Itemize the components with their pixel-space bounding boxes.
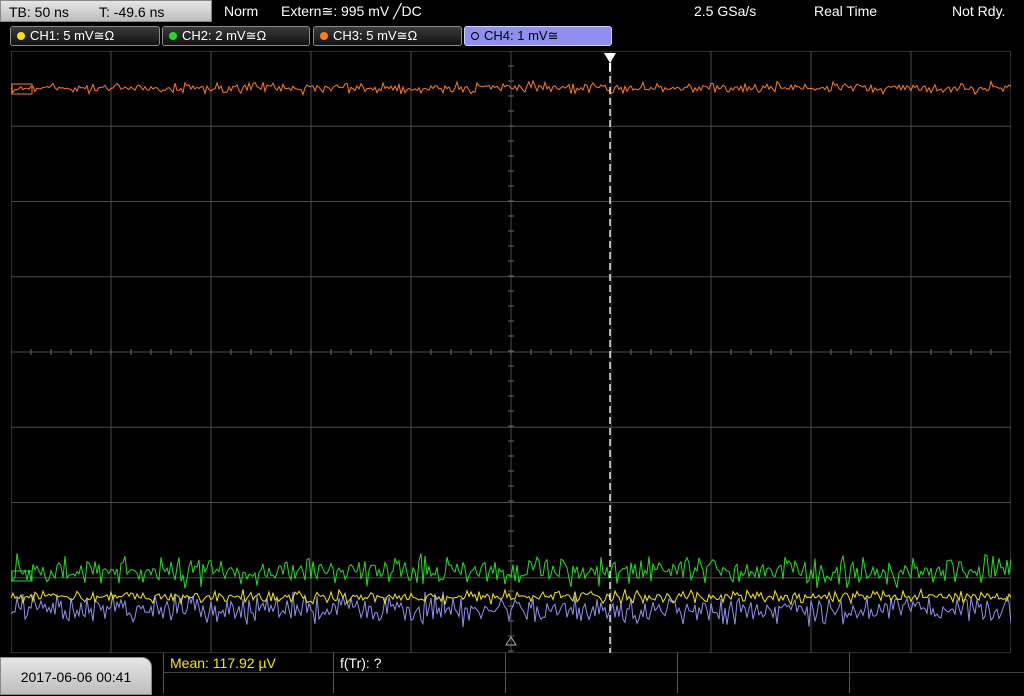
- ch2-color-icon: [169, 32, 177, 40]
- ch4-label: CH4: 1 mV≅: [484, 28, 559, 43]
- measurement-slot-4[interactable]: [677, 653, 849, 693]
- acquisition-mode[interactable]: Real Time: [814, 3, 877, 19]
- bottom-bar: 2017-06-06 00:41 Mean: 117.92 µV f(Tr): …: [0, 653, 1024, 695]
- mean-value: Mean: 117.92 µV: [170, 655, 276, 671]
- measurement-slot-3[interactable]: [505, 653, 677, 693]
- date-time-box: 2017-06-06 00:41: [0, 657, 152, 695]
- ch2-label: CH2: 2 mV≅Ω: [182, 28, 267, 43]
- status-bar: TB: 50 ns T: -49.6 ns Norm Extern≅: 995 …: [0, 0, 1024, 24]
- ch1-color-icon: [17, 32, 25, 40]
- measurement-slot-5[interactable]: [849, 653, 1024, 693]
- ch1-label: CH1: 5 mV≅Ω: [30, 28, 115, 43]
- acquisition-status: Not Rdy.: [952, 3, 1006, 19]
- ch3-color-icon: [320, 32, 328, 40]
- ch3-label: CH3: 5 mV≅Ω: [333, 28, 418, 43]
- trigger-time-value: T: -49.6 ns: [99, 4, 165, 20]
- channel-2-tab[interactable]: CH2: 2 mV≅Ω: [162, 26, 310, 46]
- channel-tabs: CH1: 5 mV≅Ω CH2: 2 mV≅Ω CH3: 5 mV≅Ω CH4:…: [0, 26, 1024, 46]
- freq-value: f(Tr): ?: [340, 655, 382, 671]
- timebase-value: TB: 50 ns: [9, 4, 69, 20]
- waveform-display[interactable]: [11, 51, 1011, 653]
- measurement-freq[interactable]: f(Tr): ?: [333, 653, 505, 693]
- sample-rate: 2.5 GSa/s: [694, 3, 757, 19]
- channel-4-tab[interactable]: CH4: 1 mV≅: [464, 26, 612, 46]
- channel-3-tab[interactable]: CH3: 5 mV≅Ω: [313, 26, 462, 46]
- trigger-mode[interactable]: Norm: [224, 3, 258, 19]
- measurement-mean[interactable]: Mean: 117.92 µV: [163, 653, 333, 693]
- ch4-color-icon: [471, 32, 479, 40]
- timebase-box[interactable]: TB: 50 ns T: -49.6 ns: [0, 0, 212, 22]
- trigger-source[interactable]: Extern≅: 995 mV ╱DC: [281, 3, 422, 20]
- channel-1-tab[interactable]: CH1: 5 mV≅Ω: [10, 26, 160, 46]
